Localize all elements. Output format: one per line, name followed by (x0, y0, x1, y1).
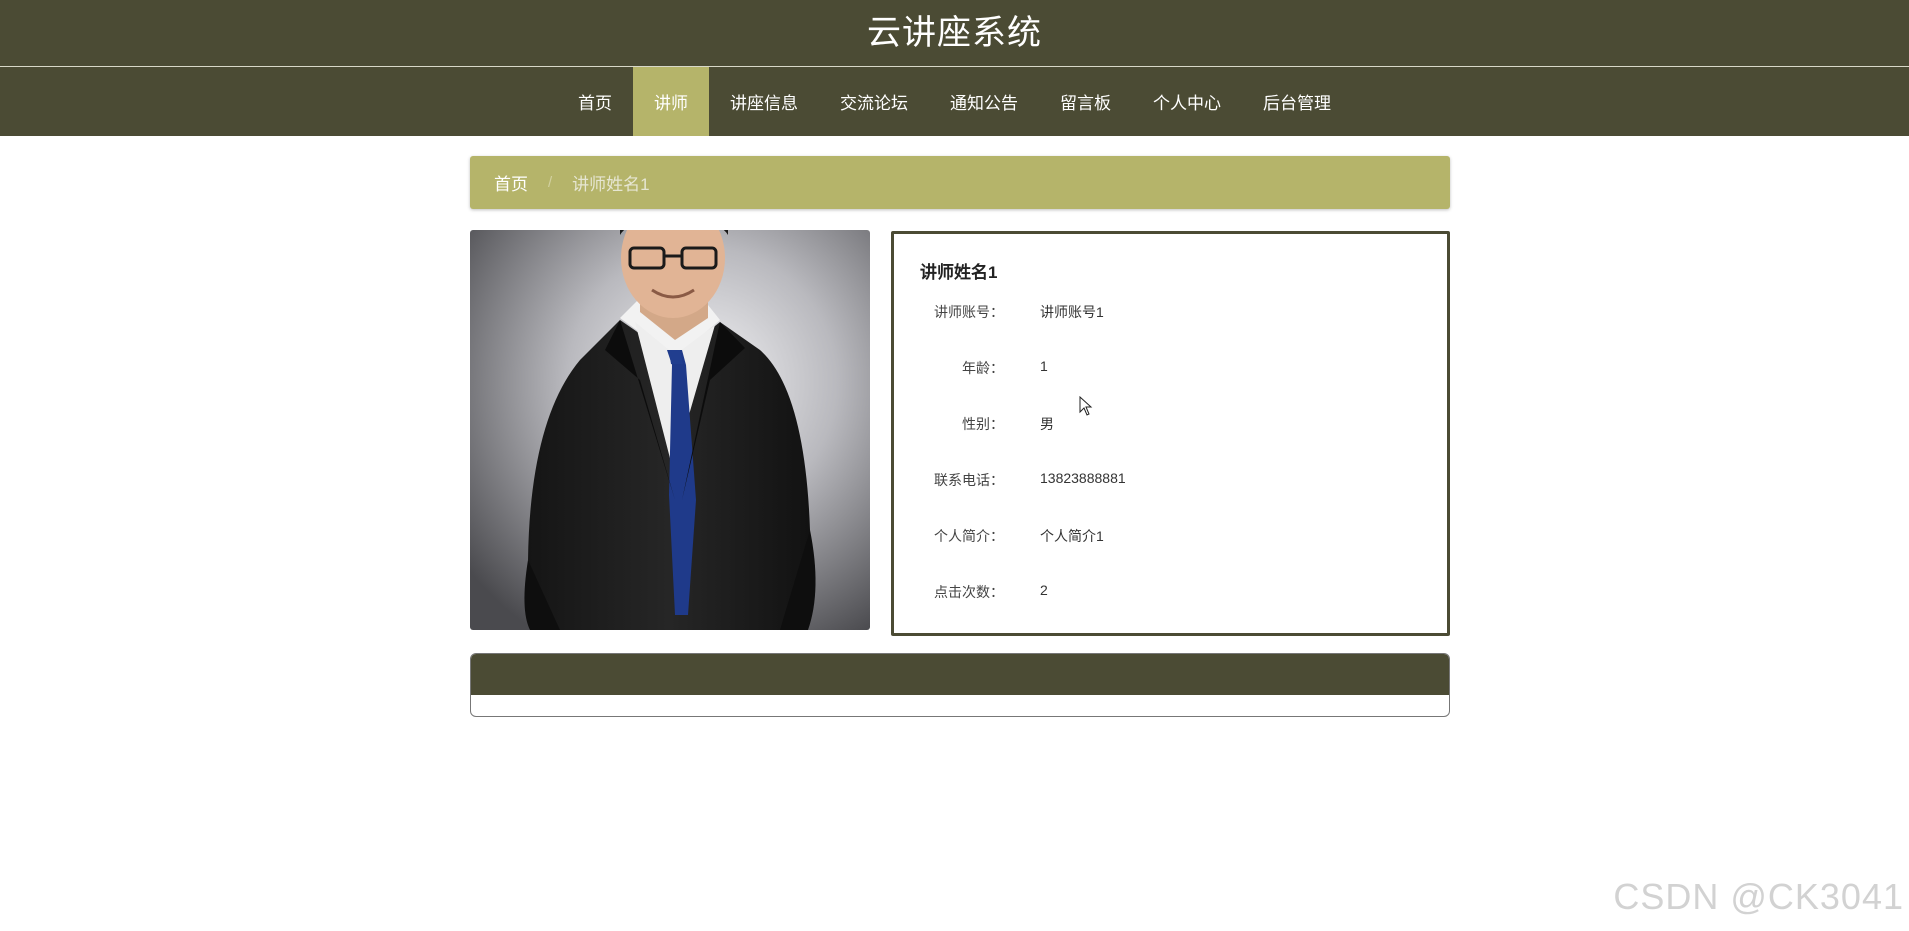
nav-item-teachers[interactable]: 讲师 (633, 67, 709, 136)
info-label: 点击次数： (934, 584, 1004, 600)
teacher-name: 讲师姓名1 (920, 263, 998, 282)
breadcrumb-separator: / (548, 174, 553, 191)
info-label: 联系电话： (934, 472, 1004, 488)
info-row-age: 年龄： 1 (894, 358, 1447, 382)
info-row-gender: 性别： 男 (894, 414, 1447, 438)
teacher-photo (470, 230, 870, 630)
breadcrumb-current: 讲师姓名1 (572, 175, 650, 194)
nav-item-lectures[interactable]: 讲座信息 (709, 67, 819, 136)
site-header: 云讲座系统 首页 讲师 讲座信息 交流论坛 通知公告 留言板 个人中心 后台管理 (0, 0, 1909, 136)
nav-item-notices[interactable]: 通知公告 (929, 67, 1039, 136)
info-value: 1 (1040, 358, 1048, 374)
info-value: 13823888881 (1040, 470, 1126, 486)
teacher-info-panel: 讲师姓名1 讲师账号： 讲师账号1 年龄： 1 性别： 男 联系电话： 1382… (891, 231, 1450, 636)
nav-item-message-board[interactable]: 留言板 (1039, 67, 1132, 136)
breadcrumb: 首页 / 讲师姓名1 (470, 156, 1450, 209)
info-row-clicks: 点击次数： 2 (894, 582, 1447, 606)
info-row-account: 讲师账号： 讲师账号1 (894, 302, 1447, 326)
nav-item-home[interactable]: 首页 (557, 67, 633, 136)
watermark: CSDN @CK3041 (1613, 876, 1904, 917)
nav-item-admin[interactable]: 后台管理 (1242, 67, 1352, 136)
info-label: 年龄： (962, 360, 1004, 376)
comment-section (470, 653, 1450, 717)
mouse-cursor-icon (1079, 395, 1093, 421)
info-row-intro: 个人简介： 个人简介1 (894, 526, 1447, 550)
nav-item-forum[interactable]: 交流论坛 (819, 67, 929, 136)
nav-item-personal-center[interactable]: 个人中心 (1132, 67, 1242, 136)
info-label: 性别： (962, 416, 1004, 432)
info-row-phone: 联系电话： 13823888881 (894, 470, 1447, 494)
teacher-portrait-image (470, 230, 870, 630)
info-label: 个人简介： (934, 528, 1004, 544)
info-value: 个人简介1 (1040, 528, 1104, 544)
breadcrumb-home-link[interactable]: 首页 (494, 170, 528, 195)
comment-section-header (471, 654, 1449, 695)
site-title: 云讲座系统 (867, 14, 1042, 52)
info-value: 男 (1040, 416, 1054, 432)
main-nav: 首页 讲师 讲座信息 交流论坛 通知公告 留言板 个人中心 后台管理 (0, 67, 1909, 136)
info-value: 讲师账号1 (1040, 304, 1104, 320)
info-label: 讲师账号： (934, 304, 1004, 320)
info-value: 2 (1040, 582, 1048, 598)
